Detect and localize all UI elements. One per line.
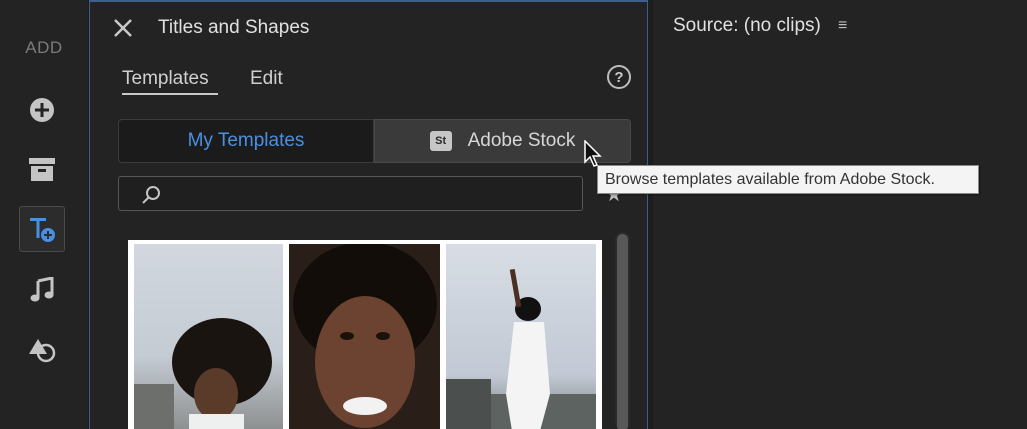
stock-badge-icon: St xyxy=(429,131,452,151)
shapes-button[interactable] xyxy=(19,327,65,373)
source-menu-icon[interactable]: ≡ xyxy=(838,17,847,35)
titles-panel: Titles and Shapes Templates Edit ? My Te… xyxy=(89,0,648,429)
active-tab-indicator xyxy=(122,93,218,95)
photo-thumbnail-2 xyxy=(289,244,440,429)
panel-title: Titles and Shapes xyxy=(158,17,310,38)
search-input[interactable] xyxy=(118,176,583,211)
add-circle-icon xyxy=(30,98,54,122)
titles-icon xyxy=(30,218,55,242)
template-thumbnail[interactable] xyxy=(128,240,602,429)
shapes-icon xyxy=(29,339,56,363)
help-button[interactable]: ? xyxy=(607,65,631,89)
music-icon xyxy=(30,277,54,302)
rail-title: ADD xyxy=(25,38,63,57)
template-scrollbar[interactable] xyxy=(615,232,630,429)
source-title: Source: (no clips) xyxy=(673,15,821,36)
close-button[interactable] xyxy=(111,16,135,40)
audio-button[interactable] xyxy=(19,267,65,313)
photo-thumbnail-3 xyxy=(446,244,596,429)
titles-button[interactable] xyxy=(19,206,65,252)
my-templates-button[interactable]: My Templates xyxy=(118,119,374,163)
add-button[interactable] xyxy=(19,87,65,133)
mouse-cursor-icon xyxy=(584,140,602,167)
search-icon xyxy=(142,186,160,204)
media-button[interactable] xyxy=(19,147,65,193)
photo-thumbnail-1 xyxy=(134,244,283,429)
tab-templates[interactable]: Templates xyxy=(122,68,209,90)
source-panel: Source: (no clips) ≡ xyxy=(653,0,1027,429)
scrollbar-thumb[interactable] xyxy=(617,234,628,429)
close-icon xyxy=(114,19,132,37)
adobe-stock-tooltip: Browse templates available from Adobe St… xyxy=(597,165,979,194)
archive-icon xyxy=(29,158,55,181)
add-rail: ADD xyxy=(0,0,88,429)
adobe-stock-label: Adobe Stock xyxy=(467,130,576,151)
tab-edit[interactable]: Edit xyxy=(250,68,283,90)
